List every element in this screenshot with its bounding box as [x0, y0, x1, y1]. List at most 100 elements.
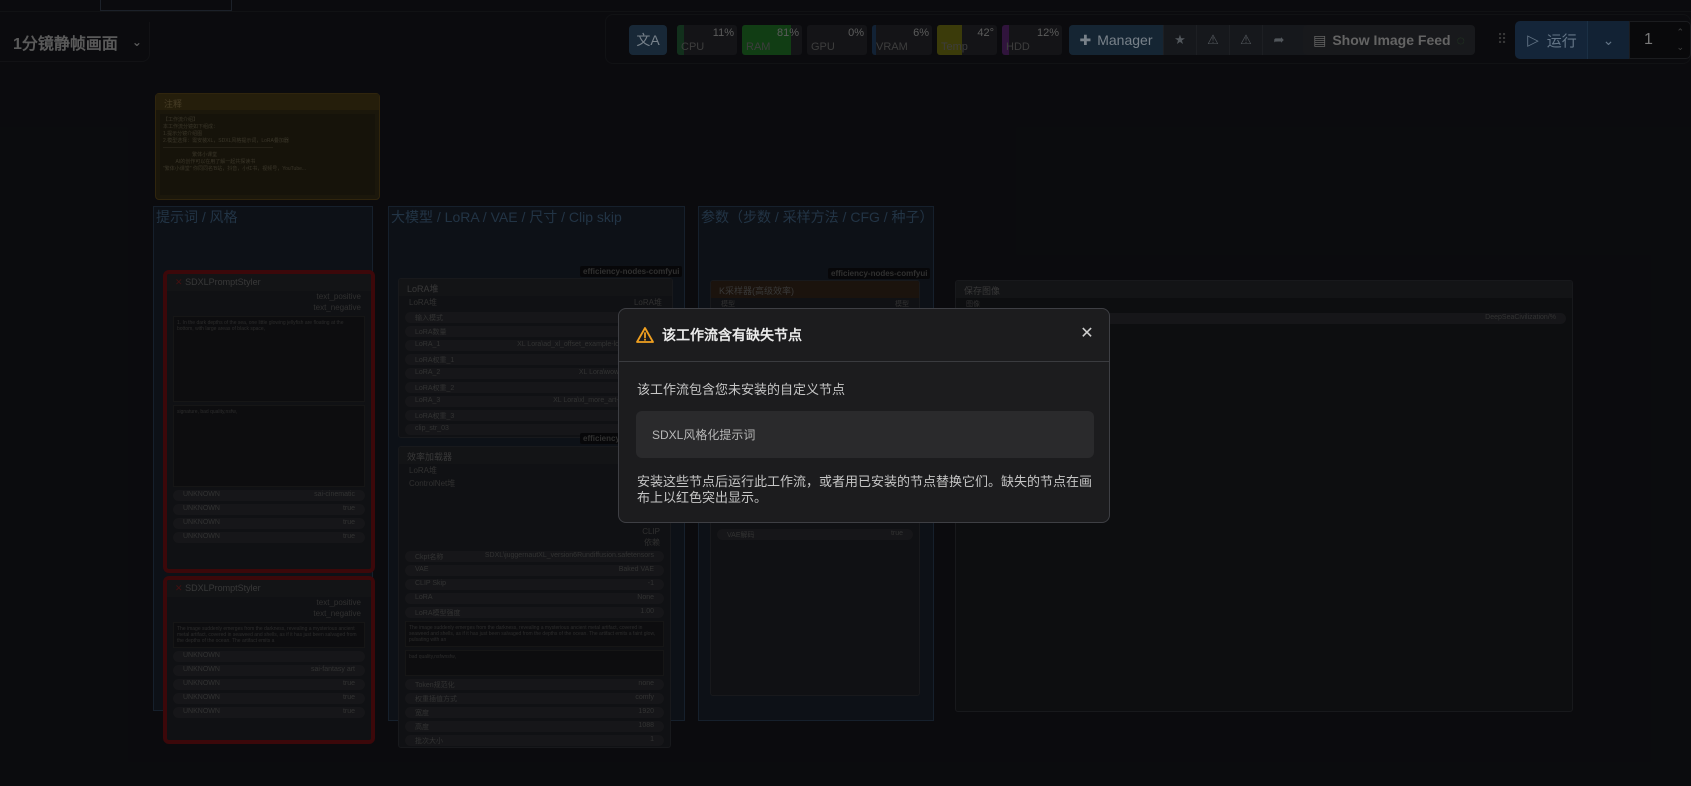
batch-count-input[interactable]: 1 ⌃ ⌄ [1629, 21, 1691, 59]
widget-value: true [342, 708, 355, 715]
widget-label: LoRA_3 [415, 397, 441, 404]
widget-row[interactable]: UNKNOWN true [173, 532, 365, 543]
missing-node-icon: ✕ [175, 277, 183, 287]
stepper-icon[interactable]: ⌃ ⌄ [1676, 25, 1684, 55]
share-button[interactable]: ➦ [1262, 25, 1295, 55]
monitor-value: 12% [1036, 27, 1059, 39]
widget-label: UNKNOWN [183, 533, 220, 540]
widget-value: 1.00 [640, 608, 654, 615]
output-text-negative[interactable]: text_negative [167, 302, 371, 313]
group-title: 大模型 / LoRA / VAE / 尺寸 / Clip skip [391, 209, 622, 225]
widget-label: UNKNOWN [183, 666, 220, 673]
show-image-feed-button[interactable]: ▤ Show Image Feed ◌ [1303, 25, 1475, 55]
missing-node-item: SDXL风格化提示词 [652, 428, 756, 442]
widget-label: UNKNOWN [183, 708, 220, 715]
positive-prompt-textarea[interactable]: 1. In the dark depths of the sea, one li… [173, 316, 365, 402]
widget-label: LoRA_2 [415, 369, 441, 376]
output-text-negative[interactable]: text_negative [167, 608, 371, 619]
negative-text-widget[interactable]: bad quality,nsfwnsfw, [405, 650, 664, 676]
widget-value: -1 [647, 580, 654, 587]
widget-value: SDXL\juggernautXL_version6Rundiffusion.s… [484, 552, 654, 559]
widget-row[interactable]: UNKNOWN true [173, 693, 365, 704]
translate-button[interactable]: 文A [629, 25, 667, 55]
widget-row[interactable]: Token规范化 none [405, 679, 664, 690]
widget-label: Ckpt名称 [415, 554, 444, 561]
widget-vae-decode[interactable]: VAE解码 true [717, 529, 913, 540]
prompt-textarea[interactable]: The image suddenly emerges from the dark… [173, 622, 365, 648]
widget-value: true [890, 530, 903, 537]
node-source-badge: efficiency-nodes-comfyui [828, 268, 931, 279]
widget-value: Baked VAE [618, 566, 654, 573]
filename-prefix-widget[interactable]: DeepSeaCivilization/% [1066, 313, 1566, 324]
star-button[interactable]: ★ [1163, 25, 1196, 55]
close-button[interactable]: ✕ [1079, 326, 1095, 342]
star-icon: ★ [1174, 32, 1186, 47]
widget-label: UNKNOWN [183, 680, 220, 687]
output-text-positive[interactable]: text_positive [167, 597, 371, 608]
workflow-title-menu[interactable]: 1分镜静帧画面 ⌄ [0, 22, 150, 62]
widget-row[interactable]: 高度 1088 [405, 721, 664, 732]
nodes-button-1[interactable]: ⚠ [1196, 25, 1229, 55]
output-text-positive[interactable]: text_positive [167, 291, 371, 302]
monitor-cpu: 11% CPU [677, 25, 737, 55]
widget-value: true [342, 519, 355, 526]
workflow-tab[interactable] [100, 0, 232, 11]
widget-row[interactable]: LoRA None [405, 593, 664, 604]
widget-value: sai-fantasy art [311, 666, 355, 673]
widget-row[interactable]: UNKNOWN [173, 651, 365, 662]
widget-row[interactable]: VAE Baked VAE [405, 565, 664, 576]
widget-row[interactable]: UNKNOWN true [173, 679, 365, 690]
widget-row[interactable]: UNKNOWN sai-fantasy art [173, 665, 365, 676]
output-lora-stack[interactable]: LoRA堆 [634, 297, 662, 308]
comfyui-window: 1分镜静帧画面 ⌄ 文A 11% CPU 81% RAM 0% GPU 6% VRAM 42° T… [0, 0, 1691, 786]
negative-prompt-textarea[interactable]: signature, bad quality,nsfw, [173, 405, 365, 487]
widget-row[interactable]: UNKNOWN sai-cinematic [173, 490, 365, 501]
widget-label: Token规范化 [415, 682, 455, 689]
widget-label: LoRA [415, 594, 433, 601]
widget-label: LoRA数量 [415, 329, 447, 336]
dialog-message: 该工作流包含您未安装的自定义节点 [637, 382, 846, 397]
run-options-dropdown[interactable]: ⌄ [1587, 21, 1629, 59]
nodes-button-2[interactable]: ⚠ [1229, 25, 1262, 55]
widget-value: 1 [650, 736, 654, 743]
close-icon: ✕ [1080, 325, 1094, 342]
widget-row[interactable]: UNKNOWN true [173, 504, 365, 515]
widget-row[interactable]: CLIP Skip -1 [405, 579, 664, 590]
widget-label: LoRA权重_3 [415, 413, 455, 420]
widget-label: UNKNOWN [183, 652, 220, 659]
manager-label: Manager [1097, 32, 1153, 48]
widget-row[interactable]: 宽度 1920 [405, 707, 664, 718]
manager-button[interactable]: ✚ Manager [1069, 25, 1163, 55]
monitor-value: 81% [776, 27, 799, 39]
triangle-icon: ⚠ [1207, 32, 1219, 47]
output-dependencies[interactable]: 依赖 [399, 537, 670, 548]
widget-label: 权重插值方式 [415, 696, 457, 703]
widget-value: 1920 [638, 708, 654, 715]
widget-row[interactable]: 批次大小 1 [405, 735, 664, 746]
widget-row[interactable]: UNKNOWN true [173, 518, 365, 529]
note-text[interactable]: 【工作流介绍】 本工作流分镜如下组成： 1.提示分镜介绍图 2.模型选择：需安装… [160, 114, 375, 195]
sdxl-prompt-styler-node[interactable]: ✕ SDXLPromptStyler text_positive text_ne… [163, 576, 375, 744]
widget-row[interactable]: UNKNOWN true [173, 707, 365, 718]
group-title: 提示词 / 风格 [156, 209, 238, 225]
widget-label: LoRA模型强度 [415, 610, 461, 617]
tab-strip [0, 0, 1691, 12]
output-clip[interactable]: CLIP [399, 526, 670, 537]
monitor-value: 11% [712, 27, 734, 39]
widget-value: true [342, 505, 355, 512]
monitor-temp: 42° Temp [937, 25, 997, 55]
monitor-label: RAM [746, 41, 771, 53]
note-node[interactable]: 注释 【工作流介绍】 本工作流分镜如下组成： 1.提示分镜介绍图 2.模型选择：… [155, 93, 380, 200]
drag-handle-icon[interactable]: ⠿ [1497, 31, 1507, 48]
node-title: SDXLPromptStyler [185, 583, 261, 593]
widget-label: 输入模式 [415, 315, 443, 322]
input-lora-stack[interactable]: LoRA堆 [409, 297, 437, 308]
monitor-ram: 81% RAM [742, 25, 802, 55]
dialog-header: 该工作流含有缺失节点 [619, 309, 1109, 362]
widget-row[interactable]: 权重插值方式 comfy [405, 693, 664, 704]
sdxl-prompt-styler-node[interactable]: ✕ SDXLPromptStyler text_positive text_ne… [163, 270, 375, 573]
widget-row[interactable]: Ckpt名称 SDXL\juggernautXL_version6Rundiffu… [405, 551, 664, 562]
monitor-hdd: 12% HDD [1002, 25, 1062, 55]
positive-text-widget[interactable]: The image suddenly emerges from the dark… [405, 621, 664, 647]
widget-row[interactable]: LoRA模型强度 1.00 [405, 607, 664, 618]
